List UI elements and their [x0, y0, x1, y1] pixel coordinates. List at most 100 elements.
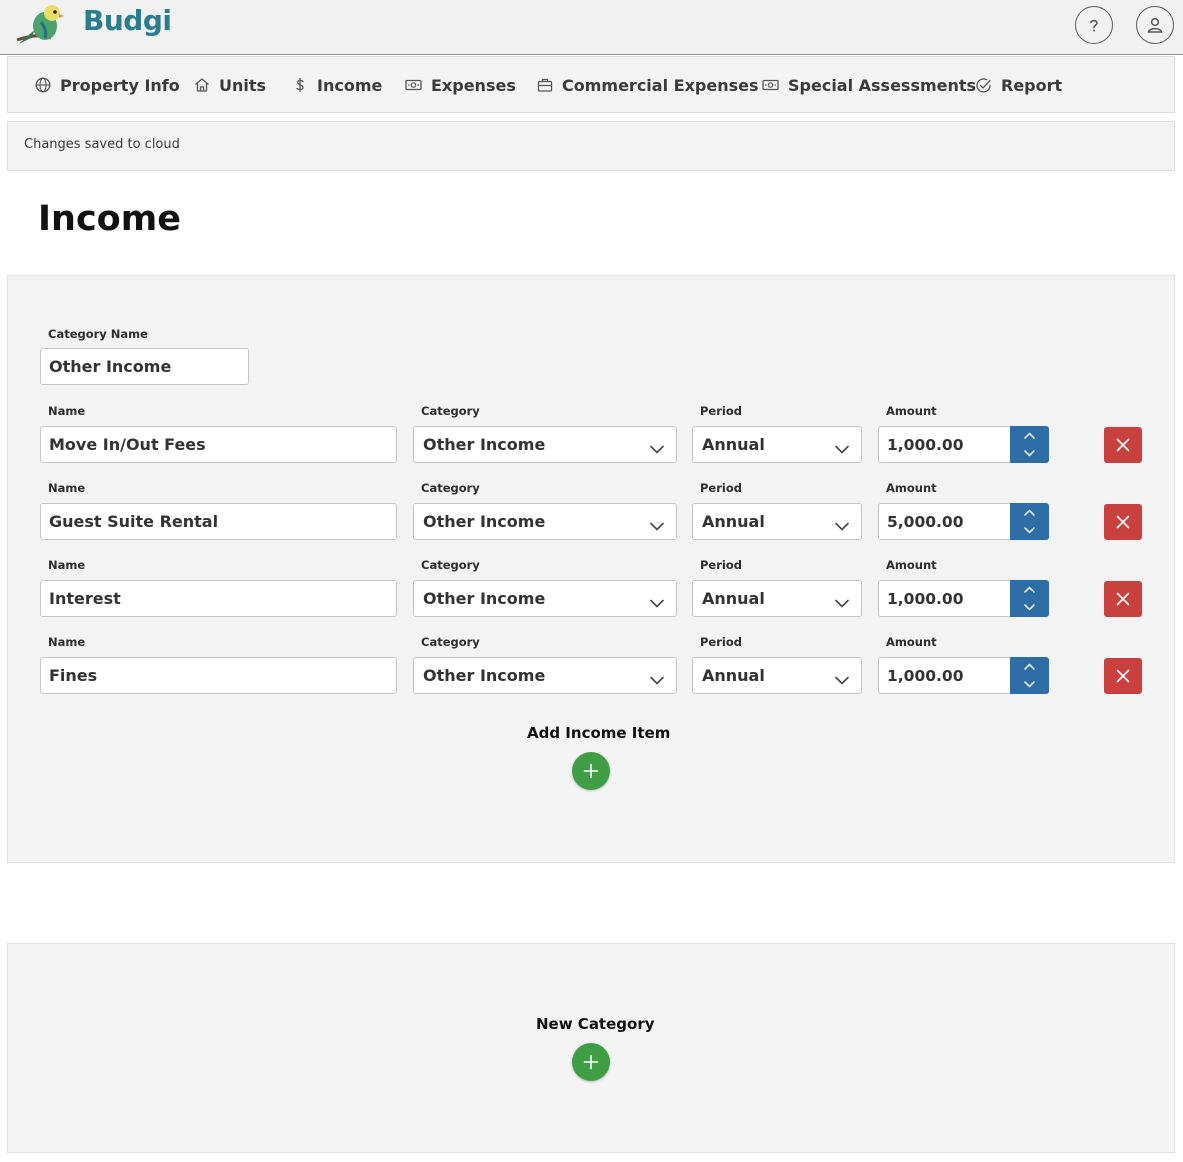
nav-label: Property Info — [60, 75, 180, 95]
nav-label: Commercial Expenses — [562, 75, 759, 95]
select-value: Other Income — [423, 435, 546, 454]
category-label: Category — [421, 635, 480, 649]
income-item-category-select[interactable]: Other Income — [413, 657, 677, 694]
plus-icon — [583, 1054, 599, 1070]
decrement-button[interactable] — [1010, 598, 1049, 616]
chevron-wrapper — [835, 670, 849, 689]
nav-expenses[interactable]: Expenses — [405, 74, 516, 96]
add-income-item-label: Add Income Item — [527, 724, 671, 742]
user-icon — [1147, 17, 1163, 33]
chevron-wrapper — [835, 439, 849, 458]
main-nav: Property Info Units Income Expenses Comm… — [7, 56, 1175, 113]
select-value: Annual — [702, 435, 765, 454]
budgie-logo-icon — [16, 5, 64, 44]
delete-income-item-button[interactable] — [1104, 581, 1142, 617]
delete-income-item-button[interactable] — [1104, 427, 1142, 463]
chevron-up-icon — [1024, 662, 1035, 670]
decrement-button[interactable] — [1010, 521, 1049, 539]
close-icon — [1116, 592, 1130, 606]
chevron-down-icon — [650, 522, 664, 531]
close-icon — [1116, 515, 1130, 529]
increment-button[interactable] — [1010, 657, 1049, 675]
increment-button[interactable] — [1010, 503, 1049, 521]
user-menu-button[interactable] — [1136, 6, 1174, 44]
income-item-name-input[interactable] — [40, 580, 397, 617]
nav-special-assessments[interactable]: Special Assessments — [762, 74, 976, 96]
chevron-down-icon — [835, 599, 849, 608]
income-item-amount-input[interactable] — [879, 427, 1011, 462]
amount-stepper — [1010, 657, 1049, 694]
name-label: Name — [48, 558, 86, 572]
nav-label: Income — [317, 75, 383, 95]
period-label: Period — [700, 404, 742, 418]
logo[interactable]: Budgi — [15, 0, 172, 46]
nav-label: Expenses — [431, 75, 516, 95]
chevron-down-icon — [650, 445, 664, 454]
period-label: Period — [700, 635, 742, 649]
category-label: Category — [421, 481, 480, 495]
income-item-category-select[interactable]: Other Income — [413, 426, 677, 463]
save-status-bar: Changes saved to cloud — [7, 121, 1175, 171]
name-label: Name — [48, 404, 86, 418]
chevron-down-icon — [1024, 526, 1035, 534]
add-income-item-button[interactable] — [572, 752, 610, 790]
nav-property-info[interactable]: Property Info — [35, 74, 180, 96]
income-item-period-select[interactable]: Annual — [692, 580, 862, 617]
nav-income[interactable]: Income — [292, 74, 382, 96]
income-item-amount-field — [878, 503, 1049, 540]
income-item-period-select[interactable]: Annual — [692, 657, 862, 694]
select-value: Other Income — [423, 589, 546, 608]
delete-income-item-button[interactable] — [1104, 504, 1142, 540]
period-label: Period — [700, 558, 742, 572]
plus-icon — [583, 763, 599, 779]
income-item-amount-input[interactable] — [879, 581, 1011, 616]
chevron-wrapper — [835, 516, 849, 535]
amount-stepper — [1010, 503, 1049, 540]
save-status-text: Changes saved to cloud — [24, 137, 180, 152]
increment-button[interactable] — [1010, 426, 1049, 444]
income-item-category-select[interactable]: Other Income — [413, 503, 677, 540]
category-name-input[interactable] — [40, 348, 249, 385]
income-item-period-select[interactable]: Annual — [692, 426, 862, 463]
check-circle-icon — [976, 77, 991, 93]
delete-income-item-button[interactable] — [1104, 658, 1142, 694]
category-label: Category — [421, 404, 480, 418]
income-item-name-input[interactable] — [40, 426, 397, 463]
decrement-button[interactable] — [1010, 675, 1049, 693]
new-category-label: New Category — [536, 1015, 655, 1033]
category-label: Category — [421, 558, 480, 572]
chevron-wrapper — [650, 516, 664, 535]
money-icon — [405, 79, 422, 91]
amount-stepper — [1010, 426, 1049, 463]
amount-label: Amount — [886, 404, 937, 418]
income-item-category-select[interactable]: Other Income — [413, 580, 677, 617]
nav-report[interactable]: Report — [975, 74, 1062, 96]
close-icon — [1116, 669, 1130, 683]
close-icon — [1116, 438, 1130, 452]
chevron-wrapper — [650, 593, 664, 612]
nav-label: Report — [1001, 75, 1063, 95]
income-item-amount-input[interactable] — [879, 504, 1011, 539]
chevron-down-icon — [1024, 680, 1035, 688]
amount-label: Amount — [886, 558, 937, 572]
top-bar: Budgi — [0, 0, 1183, 55]
income-item-amount-input[interactable] — [879, 658, 1011, 693]
help-button[interactable] — [1075, 6, 1113, 44]
income-item-name-input[interactable] — [40, 503, 397, 540]
nav-commercial-expenses[interactable]: Commercial Expenses — [537, 74, 758, 96]
category-name-label: Category Name — [48, 327, 148, 341]
new-category-button[interactable] — [572, 1043, 610, 1081]
decrement-button[interactable] — [1010, 444, 1049, 462]
select-value: Annual — [702, 666, 765, 685]
income-item-period-select[interactable]: Annual — [692, 503, 862, 540]
chevron-down-icon — [835, 445, 849, 454]
chevron-wrapper — [835, 593, 849, 612]
chevron-up-icon — [1024, 585, 1035, 593]
name-label: Name — [48, 635, 86, 649]
nav-units[interactable]: Units — [194, 74, 266, 96]
briefcase-icon — [537, 78, 553, 92]
help-circle-icon — [1090, 19, 1098, 32]
increment-button[interactable] — [1010, 580, 1049, 598]
income-item-name-input[interactable] — [40, 657, 397, 694]
chevron-wrapper — [650, 670, 664, 689]
